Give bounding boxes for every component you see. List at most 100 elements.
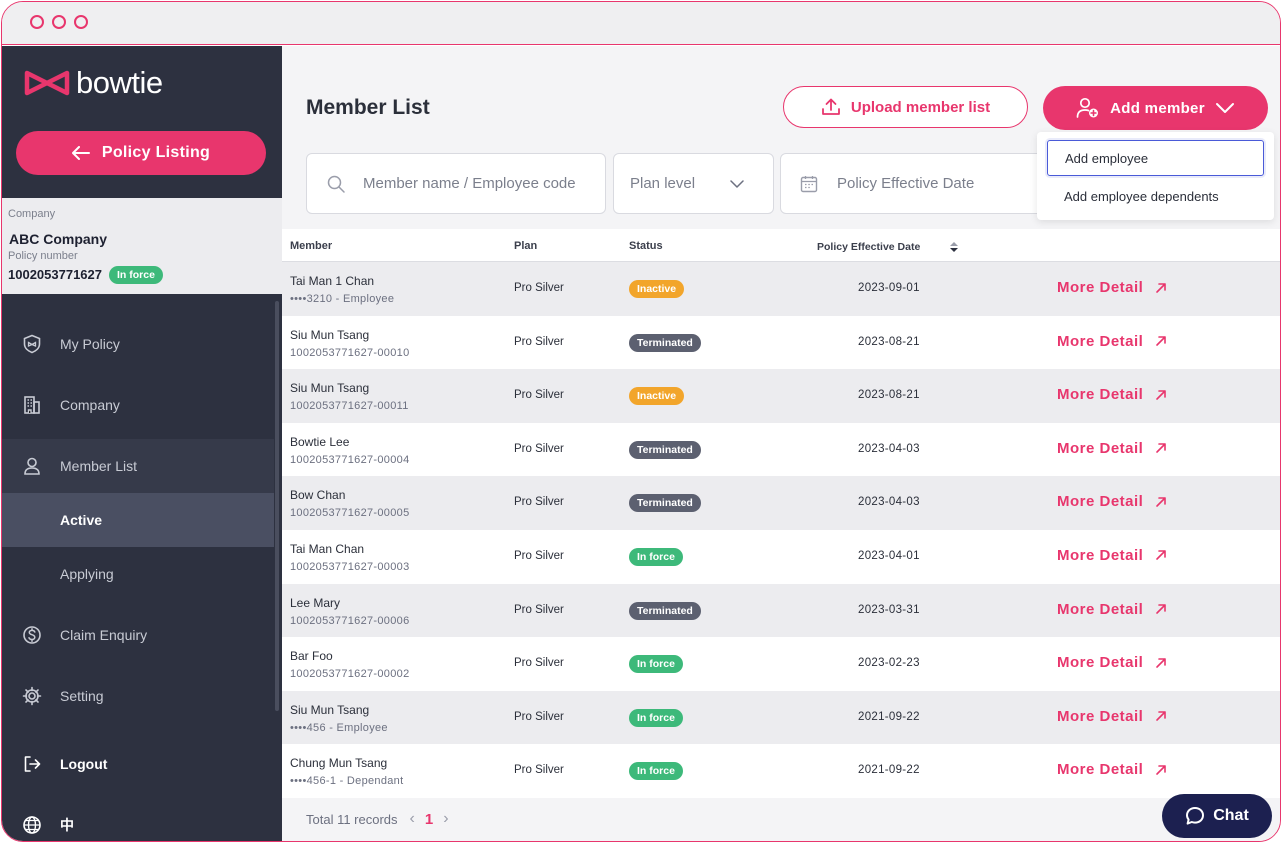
- status-badge: In force: [629, 708, 683, 727]
- member-plan: Pro Silver: [514, 442, 564, 455]
- more-detail-link[interactable]: More Detail: [1057, 386, 1167, 403]
- sidebar-item-language[interactable]: 中: [2, 798, 274, 841]
- more-detail-link[interactable]: More Detail: [1057, 279, 1167, 296]
- policy-listing-label: Policy Listing: [101, 144, 211, 161]
- search-input[interactable]: Member name / Employee code: [306, 153, 606, 214]
- policy-listing-button[interactable]: Policy Listing: [16, 131, 266, 175]
- member-plan: Pro Silver: [514, 335, 564, 348]
- search-icon: [327, 175, 345, 193]
- member-code: ••••456-1 - Dependant: [290, 775, 404, 788]
- member-plan: Pro Silver: [514, 389, 564, 402]
- member-code: 1002053771627-00006: [290, 614, 410, 627]
- sidebar-item-label: Logout: [60, 756, 108, 772]
- table-row: Lee Mary 1002053771627-00006 Pro Silver …: [282, 583, 1280, 638]
- sidebar-item-label: 中: [60, 817, 74, 833]
- member-code: 1002053771627-00011: [290, 400, 409, 413]
- sidebar-subitem-applying[interactable]: Applying: [2, 547, 274, 601]
- sidebar-item-logout[interactable]: Logout: [2, 737, 274, 791]
- plan-level-select[interactable]: Plan level: [613, 153, 774, 214]
- bowtie-logo-icon: [24, 70, 70, 96]
- more-detail-link[interactable]: More Detail: [1057, 547, 1167, 564]
- chat-button[interactable]: Chat: [1162, 794, 1272, 838]
- status-badge: Terminated: [629, 601, 701, 620]
- column-header-effective-date[interactable]: Policy Effective Date: [817, 241, 920, 253]
- sidebar-item-setting[interactable]: Setting: [2, 669, 274, 723]
- table-row: Tai Man 1 Chan ••••3210 - Employee Pro S…: [282, 262, 1280, 316]
- more-detail-label: More Detail: [1057, 493, 1144, 511]
- more-detail-link[interactable]: More Detail: [1057, 654, 1167, 671]
- sidebar-item-company[interactable]: Company: [2, 378, 274, 432]
- effective-date: 2023-08-21: [858, 389, 920, 402]
- effective-date: 2023-09-01: [858, 282, 920, 294]
- more-detail-label: More Detail: [1057, 279, 1144, 296]
- company-card: Company ABC Company Policy number 100205…: [2, 198, 282, 294]
- upload-member-list-button[interactable]: Upload member list: [783, 86, 1028, 128]
- effective-date: 2021-09-22: [858, 710, 920, 723]
- menu-item-add-employee-dependents[interactable]: Add employee dependents: [1047, 178, 1264, 214]
- effective-date-picker[interactable]: Policy Effective Date: [780, 153, 1050, 214]
- member-table-body: Tai Man 1 Chan ••••3210 - Employee Pro S…: [282, 262, 1280, 798]
- effective-date: 2023-04-01: [858, 549, 920, 562]
- member-name: Tai Man 1 Chan: [290, 274, 375, 288]
- calendar-icon: [800, 175, 818, 192]
- effective-date-placeholder: Policy Effective Date: [837, 175, 975, 192]
- sidebar-scrollbar[interactable]: [275, 301, 279, 711]
- main-content: Member List Upload member list Add membe…: [282, 46, 1280, 841]
- more-detail-link[interactable]: More Detail: [1057, 708, 1167, 725]
- more-detail-link[interactable]: More Detail: [1057, 333, 1167, 350]
- sidebar-subitem-active[interactable]: Active: [2, 493, 274, 547]
- sidebar-item-label: Member List: [60, 458, 138, 474]
- more-detail-label: More Detail: [1057, 546, 1144, 564]
- arrow-up-right-icon: [1156, 657, 1167, 668]
- app-window: bowtie Policy Listing Company ABC Compan…: [1, 1, 1281, 842]
- title-bar: [2, 2, 1280, 45]
- bowtie-logo[interactable]: bowtie: [24, 65, 163, 100]
- sidebar-item-label: Applying: [60, 566, 114, 582]
- chevron-right-icon[interactable]: ›: [443, 810, 448, 828]
- more-detail-label: More Detail: [1057, 332, 1144, 350]
- member-code: ••••456 - Employee: [290, 721, 388, 734]
- member-code: 1002053771627-00005: [290, 507, 410, 520]
- member-code: 1002053771627-00010: [290, 346, 410, 359]
- more-detail-link[interactable]: More Detail: [1057, 761, 1167, 778]
- table-row: Tai Man Chan 1002053771627-00003 Pro Sil…: [282, 529, 1280, 584]
- status-badge: Inactive: [629, 387, 685, 406]
- arrow-up-right-icon: [1156, 550, 1167, 561]
- sidebar-item-member-list[interactable]: Member List: [2, 439, 274, 493]
- member-name: Lee Mary: [290, 595, 341, 610]
- effective-date: 2021-09-22: [858, 764, 920, 777]
- add-member-button[interactable]: Add member: [1043, 86, 1268, 130]
- chat-bubble-icon: [1186, 807, 1205, 825]
- policy-status-badge: In force: [109, 266, 163, 284]
- globe-icon: [23, 816, 41, 834]
- page-number[interactable]: 1: [425, 811, 433, 828]
- arrow-up-right-icon: [1156, 389, 1167, 400]
- effective-date: 2023-02-23: [858, 657, 920, 670]
- plan-level-value: Plan level: [630, 175, 696, 192]
- window-maximize-dot[interactable]: [74, 15, 88, 29]
- column-header-plan: Plan: [514, 240, 538, 252]
- member-name: Siu Mun Tsang: [290, 327, 370, 342]
- member-name: Bar Foo: [290, 649, 333, 664]
- sidebar-item-label: Company: [60, 397, 120, 413]
- chevron-left-icon[interactable]: ‹: [410, 810, 415, 828]
- sort-icon[interactable]: [949, 241, 959, 253]
- member-name: Chung Mun Tsang: [290, 756, 388, 771]
- arrow-up-right-icon: [1156, 282, 1167, 293]
- table-header: Member Plan Status Policy Effective Date: [282, 229, 1280, 262]
- sidebar-item-my-policy[interactable]: My Policy: [2, 317, 274, 371]
- sidebar-item-claim-enquiry[interactable]: Claim Enquiry: [2, 608, 274, 662]
- member-name: Siu Mun Tsang: [290, 381, 370, 396]
- window-close-dot[interactable]: [30, 15, 44, 29]
- sidebar-item-label: Setting: [60, 688, 104, 704]
- status-badge: Inactive: [629, 280, 685, 298]
- window-minimize-dot[interactable]: [52, 15, 66, 29]
- member-code: 1002053771627-00004: [290, 453, 410, 466]
- menu-item-add-employee[interactable]: Add employee: [1047, 140, 1264, 176]
- more-detail-link[interactable]: More Detail: [1057, 493, 1167, 510]
- more-detail-link[interactable]: More Detail: [1057, 440, 1167, 457]
- more-detail-label: More Detail: [1057, 439, 1144, 457]
- table-row: Bar Foo 1002053771627-00002 Pro Silver I…: [282, 637, 1280, 691]
- more-detail-link[interactable]: More Detail: [1057, 601, 1167, 618]
- upload-icon: [821, 98, 840, 115]
